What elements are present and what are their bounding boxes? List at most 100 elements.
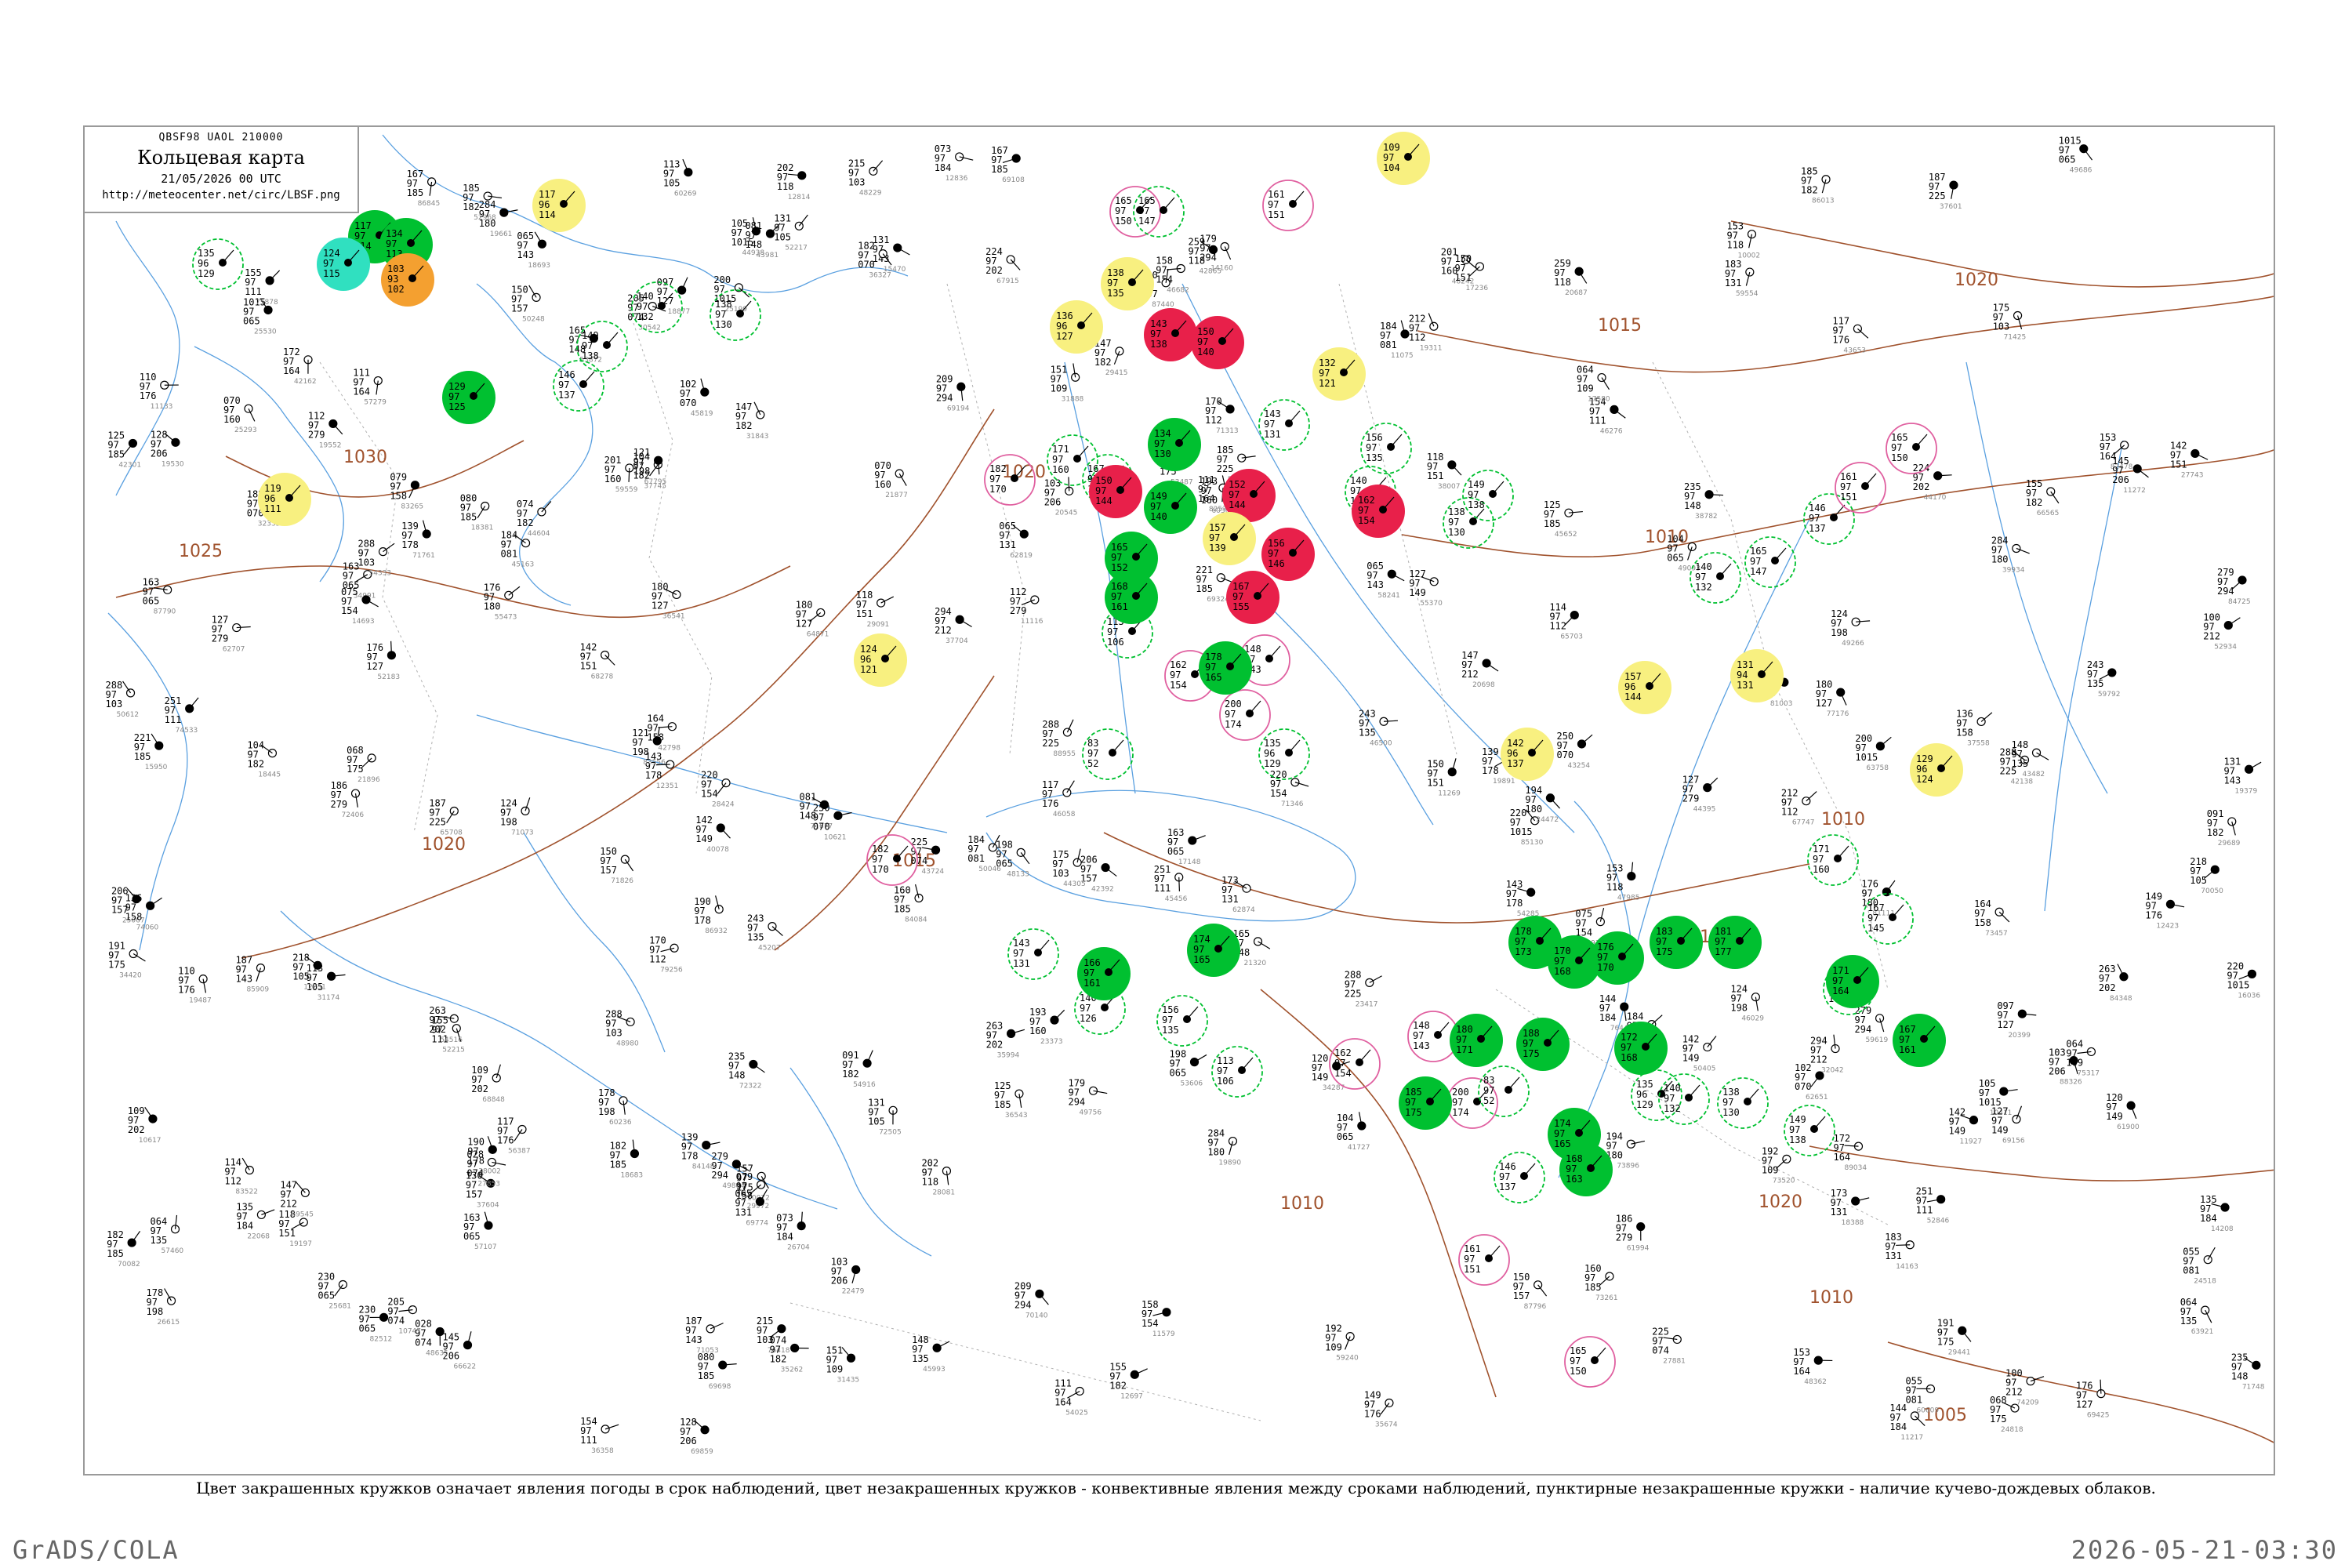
isobar-label: 1030 — [343, 448, 387, 467]
wind-barb-icon — [809, 612, 822, 622]
temperature-value: 118 — [1606, 882, 1624, 893]
temperature-value: 154 — [1270, 788, 1287, 799]
weather-station-circle[interactable]: 15097144 — [1089, 465, 1142, 518]
weather-station-circle[interactable]: 16897163 — [1559, 1143, 1613, 1196]
weather-station-circle[interactable]: 15097140 — [1191, 316, 1244, 369]
station-reading: 1099720210617 — [128, 1105, 162, 1145]
wind-barb-icon — [1857, 328, 1869, 339]
weather-station-circle[interactable]: 13696127 — [1050, 300, 1103, 354]
station-value: 152 — [1229, 479, 1246, 490]
station-reading: 1319710572505 — [868, 1097, 902, 1136]
weather-station-circle[interactable]: 12496121 — [854, 633, 907, 687]
station-index: 52846 — [1927, 1218, 1950, 1225]
station-value: 109 — [1383, 142, 1400, 153]
convective-station-circle[interactable]: 15697135 — [1360, 423, 1412, 474]
station-value: 163 — [1566, 1174, 1583, 1185]
weather-station-circle[interactable]: 17897165 — [1199, 641, 1252, 695]
convective-station-circle[interactable]: 15697135 — [1156, 995, 1208, 1047]
convective-station-circle[interactable]: 14097132 — [1690, 552, 1741, 604]
station-value: 137 — [1507, 758, 1524, 769]
convective-station-circle[interactable]: 14997138 — [1462, 470, 1514, 521]
weather-station-circle[interactable]: 17297168 — [1614, 1022, 1668, 1075]
weather-station-circle[interactable]: 13497130 — [1148, 418, 1201, 471]
weather-station-circle[interactable]: 14397138 — [1144, 308, 1197, 361]
convective-station-circle[interactable]: 17197160 — [1807, 834, 1859, 886]
weather-station-circle[interactable]: 10997104 — [1377, 132, 1430, 185]
weather-station-circle[interactable]: 16797161 — [1893, 1014, 1946, 1067]
convective-station-circle[interactable]: 16197151 — [1458, 1234, 1510, 1286]
station-reading: 1759710371425 — [1993, 303, 2027, 342]
weather-station-circle[interactable]: 13297121 — [1312, 347, 1366, 401]
temperature-value: 074 — [387, 1316, 405, 1327]
convective-station-circle[interactable]: 14397131 — [1007, 928, 1059, 980]
convective-station-circle[interactable]: 16597147 — [1133, 186, 1185, 238]
convective-station-circle[interactable]: 14097132 — [1658, 1073, 1710, 1125]
station-reading: 1359718414208 — [2200, 1194, 2234, 1233]
weather-station-circle[interactable]: 17497165 — [1187, 924, 1240, 977]
weather-station-circle[interactable]: 13897135 — [1101, 257, 1154, 310]
station-index: 19661 — [490, 230, 513, 238]
weather-station-circle[interactable]: 12497115 — [317, 238, 370, 291]
station-value: 97 — [1570, 1356, 1581, 1367]
weather-station-circle[interactable]: 13194131 — [1730, 649, 1784, 702]
weather-station-circle[interactable]: 18097171 — [1450, 1014, 1503, 1067]
station-reading: 0809718518381 — [460, 492, 494, 532]
station-index: 86013 — [1812, 198, 1835, 205]
weather-station-circle[interactable]: 14997140 — [1144, 481, 1197, 534]
weather-station-circle[interactable]: 16697161 — [1077, 947, 1131, 1000]
temperature-value: 164 — [1054, 1396, 1072, 1407]
weather-station-circle[interactable]: 10393102 — [381, 253, 434, 307]
weather-station-circle[interactable]: 18397175 — [1650, 916, 1703, 969]
weather-station-circle[interactable]: 15697146 — [1261, 528, 1315, 581]
station-index: 29091 — [867, 621, 890, 629]
station-value: 162 — [1334, 1047, 1352, 1058]
weather-station-circle[interactable]: 18597175 — [1399, 1076, 1452, 1130]
station-reading: 2799729484725 — [2217, 567, 2251, 606]
weather-station-circle[interactable]: 15796144 — [1618, 661, 1671, 714]
map-url[interactable]: http://meteocenter.net/circ/LBSF.png — [85, 189, 358, 201]
convective-station-circle[interactable]: 14697137 — [1494, 1152, 1545, 1203]
station-index: 19487 — [189, 997, 212, 1005]
convective-station-circle[interactable]: 13596129 — [192, 238, 244, 290]
convective-station-circle[interactable]: 16197151 — [1262, 180, 1314, 231]
station-index: 44938 — [742, 249, 764, 257]
convective-station-circle[interactable]: 16597150 — [1109, 186, 1161, 238]
weather-station-circle[interactable]: 15797139 — [1203, 512, 1256, 565]
weather-station-circle[interactable]: 17197164 — [1826, 955, 1879, 1008]
convective-station-circle[interactable]: 16597150 — [1886, 423, 1937, 474]
weather-station-circle[interactable]: 17697170 — [1591, 931, 1644, 985]
convective-station-circle[interactable]: 16597150 — [1564, 1336, 1616, 1388]
temperature-value: 065 — [1337, 1131, 1354, 1142]
isobar-1025 — [115, 565, 791, 619]
weather-station-circle[interactable]: 12996124 — [1910, 743, 1963, 797]
station-reading: 1369715837558 — [1956, 708, 1993, 747]
temperature-value: 111 — [580, 1435, 597, 1446]
weather-station-circle[interactable]: 14296137 — [1501, 728, 1554, 781]
convective-station-circle[interactable]: 16297154 — [1329, 1038, 1381, 1090]
station-index: 48229 — [859, 189, 882, 197]
convective-station-circle[interactable]: 839752 — [1082, 728, 1134, 780]
station-value: 168 — [1566, 1153, 1583, 1164]
convective-station-circle[interactable]: 14397131 — [1258, 399, 1310, 451]
convective-station-circle[interactable]: 839752 — [1478, 1065, 1530, 1117]
weather-station-circle[interactable]: 11796114 — [532, 179, 586, 232]
station-value: 97 — [1750, 556, 1761, 567]
station-index: 14208 — [2211, 1225, 2234, 1233]
temperature-value: 157 — [600, 865, 617, 876]
weather-station-circle[interactable]: 16797155 — [1226, 571, 1279, 624]
temperature-value: 105 — [292, 971, 310, 982]
convective-station-circle[interactable]: 14697137 — [553, 360, 604, 412]
weather-station-circle[interactable]: 11996111 — [258, 473, 311, 526]
station-reading: 1259718536543 — [994, 1080, 1028, 1120]
weather-station-circle[interactable]: 12997125 — [442, 371, 495, 424]
convective-station-circle[interactable]: 11397106 — [1211, 1046, 1263, 1098]
weather-station-circle[interactable]: 16297154 — [1352, 485, 1405, 538]
convective-station-circle[interactable]: 14997138 — [1784, 1105, 1835, 1156]
weather-station-circle[interactable]: 16897161 — [1105, 571, 1158, 624]
convective-station-circle[interactable]: 13897130 — [1717, 1077, 1769, 1129]
convective-station-circle[interactable]: 20097174 — [1219, 689, 1271, 741]
wind-barb-icon — [1390, 434, 1403, 448]
convective-station-circle[interactable]: 16197151 — [1835, 462, 1886, 514]
weather-station-circle[interactable]: 18897175 — [1516, 1018, 1570, 1071]
weather-station-circle[interactable]: 18197177 — [1708, 916, 1762, 969]
